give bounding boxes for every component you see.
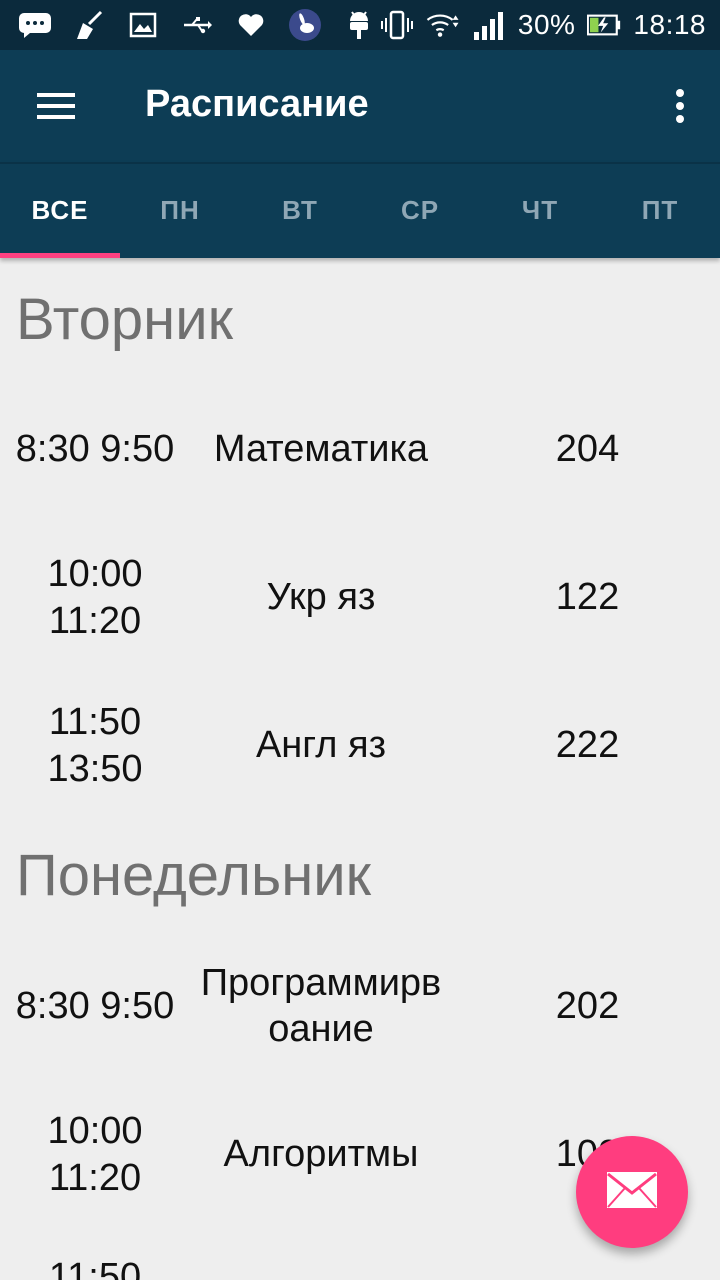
- lesson-time: 10:00 11:20: [0, 1108, 190, 1202]
- day-tabs: ВСЕ ПН ВТ СР ЧТ ПТ: [0, 162, 720, 258]
- day-header: Понедельник: [16, 843, 371, 908]
- tab-label: ВТ: [282, 194, 318, 225]
- lesson-room: 202: [555, 985, 620, 1027]
- lesson-room: 122: [555, 576, 620, 618]
- lesson-subject: Математика: [213, 428, 429, 470]
- lesson-time-text: 11:50 13:50: [47, 701, 143, 790]
- email-fab-button[interactable]: [576, 1136, 688, 1248]
- battery-charging-icon: [587, 8, 621, 42]
- divider: [0, 162, 720, 164]
- schedule-list[interactable]: Вторник 8:30 9:50 Математика 204 10:00 1…: [0, 258, 720, 1280]
- clock: 18:18: [633, 9, 706, 40]
- lesson-time: 8:30 9:50: [15, 428, 175, 470]
- lesson-time: 11:50: [48, 1256, 142, 1280]
- more-vert-icon[interactable]: [660, 78, 700, 134]
- wifi-icon: [426, 8, 460, 42]
- usb-icon: [180, 8, 214, 42]
- hamburger-menu-icon[interactable]: [26, 78, 86, 134]
- tab-monday[interactable]: ПН: [120, 162, 240, 258]
- status-bar: 30% 18:18: [0, 0, 720, 50]
- tab-label: СР: [400, 194, 440, 225]
- rabbit-icon: [288, 8, 322, 42]
- tab-label: ПН: [160, 194, 200, 225]
- signal-icon: [472, 8, 506, 42]
- image-icon: [126, 8, 160, 42]
- heart-icon: [234, 8, 268, 42]
- lesson-subject: Укр яз: [266, 576, 376, 618]
- tab-label: ПТ: [641, 194, 679, 225]
- lesson-subject: Англ яз: [255, 724, 387, 766]
- lesson-room: 204: [555, 428, 620, 470]
- lesson-subject: Программирв оание: [190, 960, 452, 1052]
- lesson-subject-text: Программирв оание: [200, 962, 442, 1050]
- email-icon: [606, 1171, 658, 1214]
- app-bar: Расписание: [0, 50, 720, 162]
- broom-icon: [72, 8, 106, 42]
- tab-thursday[interactable]: ЧТ: [480, 162, 600, 258]
- lesson-subject: Алгоритмы: [223, 1133, 419, 1175]
- chat-bubble-icon: [18, 8, 52, 42]
- tab-friday[interactable]: ПТ: [600, 162, 720, 258]
- tab-label: ВСЕ: [31, 194, 89, 225]
- lesson-time-text: 10:00 11:20: [47, 1110, 143, 1199]
- tab-all[interactable]: ВСЕ: [0, 162, 120, 258]
- lesson-time: 8:30 9:50: [15, 985, 175, 1027]
- lesson-time-text: 10:00 11:20: [47, 553, 143, 642]
- lesson-room: 222: [555, 724, 620, 766]
- tab-label: ЧТ: [521, 194, 559, 225]
- lesson-time: 11:50 13:50: [0, 699, 190, 793]
- tab-wednesday[interactable]: СР: [360, 162, 480, 258]
- vibrate-icon: [380, 8, 414, 42]
- battery-percent: 30%: [517, 9, 576, 40]
- android-icon: [342, 8, 376, 42]
- tab-tuesday[interactable]: ВТ: [240, 162, 360, 258]
- day-header: Вторник: [16, 287, 233, 352]
- page-title: Расписание: [145, 83, 369, 125]
- lesson-time: 10:00 11:20: [0, 551, 190, 645]
